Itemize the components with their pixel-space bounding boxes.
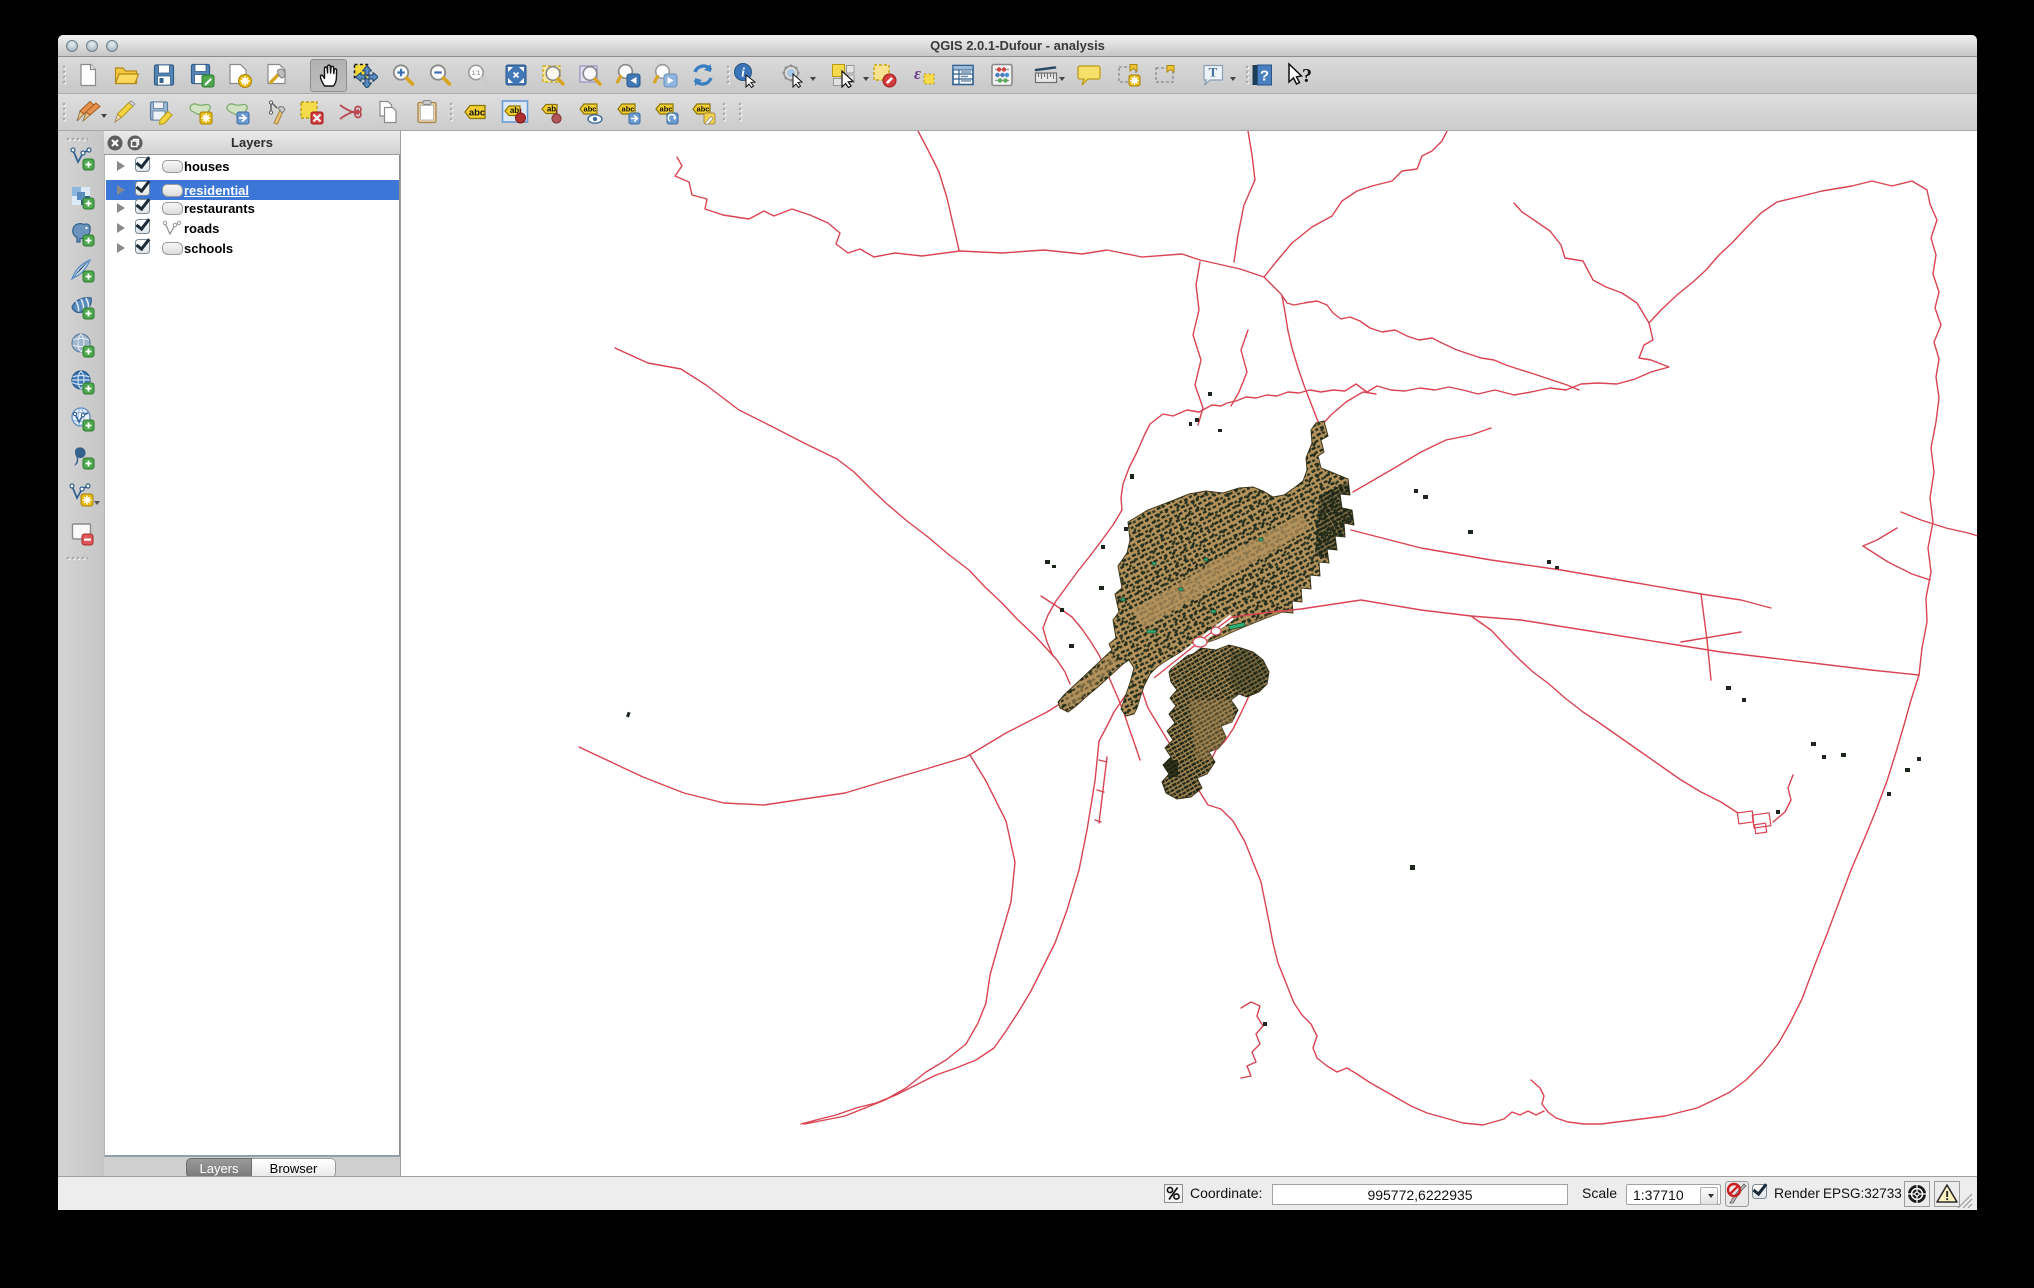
svg-text:?: ? [1260,68,1269,85]
svg-text:ab: ab [547,105,556,114]
svg-text:abc: abc [697,105,710,114]
svg-text:i: i [741,65,745,80]
svg-text:ε: ε [914,64,921,83]
svg-text:abc: abc [660,105,673,114]
svg-text:abc: abc [584,105,597,114]
svg-text:1:1: 1:1 [471,70,480,77]
svg-text:?: ? [1302,65,1312,87]
svg-text:abc: abc [469,108,485,119]
svg-text:T: T [1209,65,1218,80]
svg-text:abc: abc [622,105,635,114]
